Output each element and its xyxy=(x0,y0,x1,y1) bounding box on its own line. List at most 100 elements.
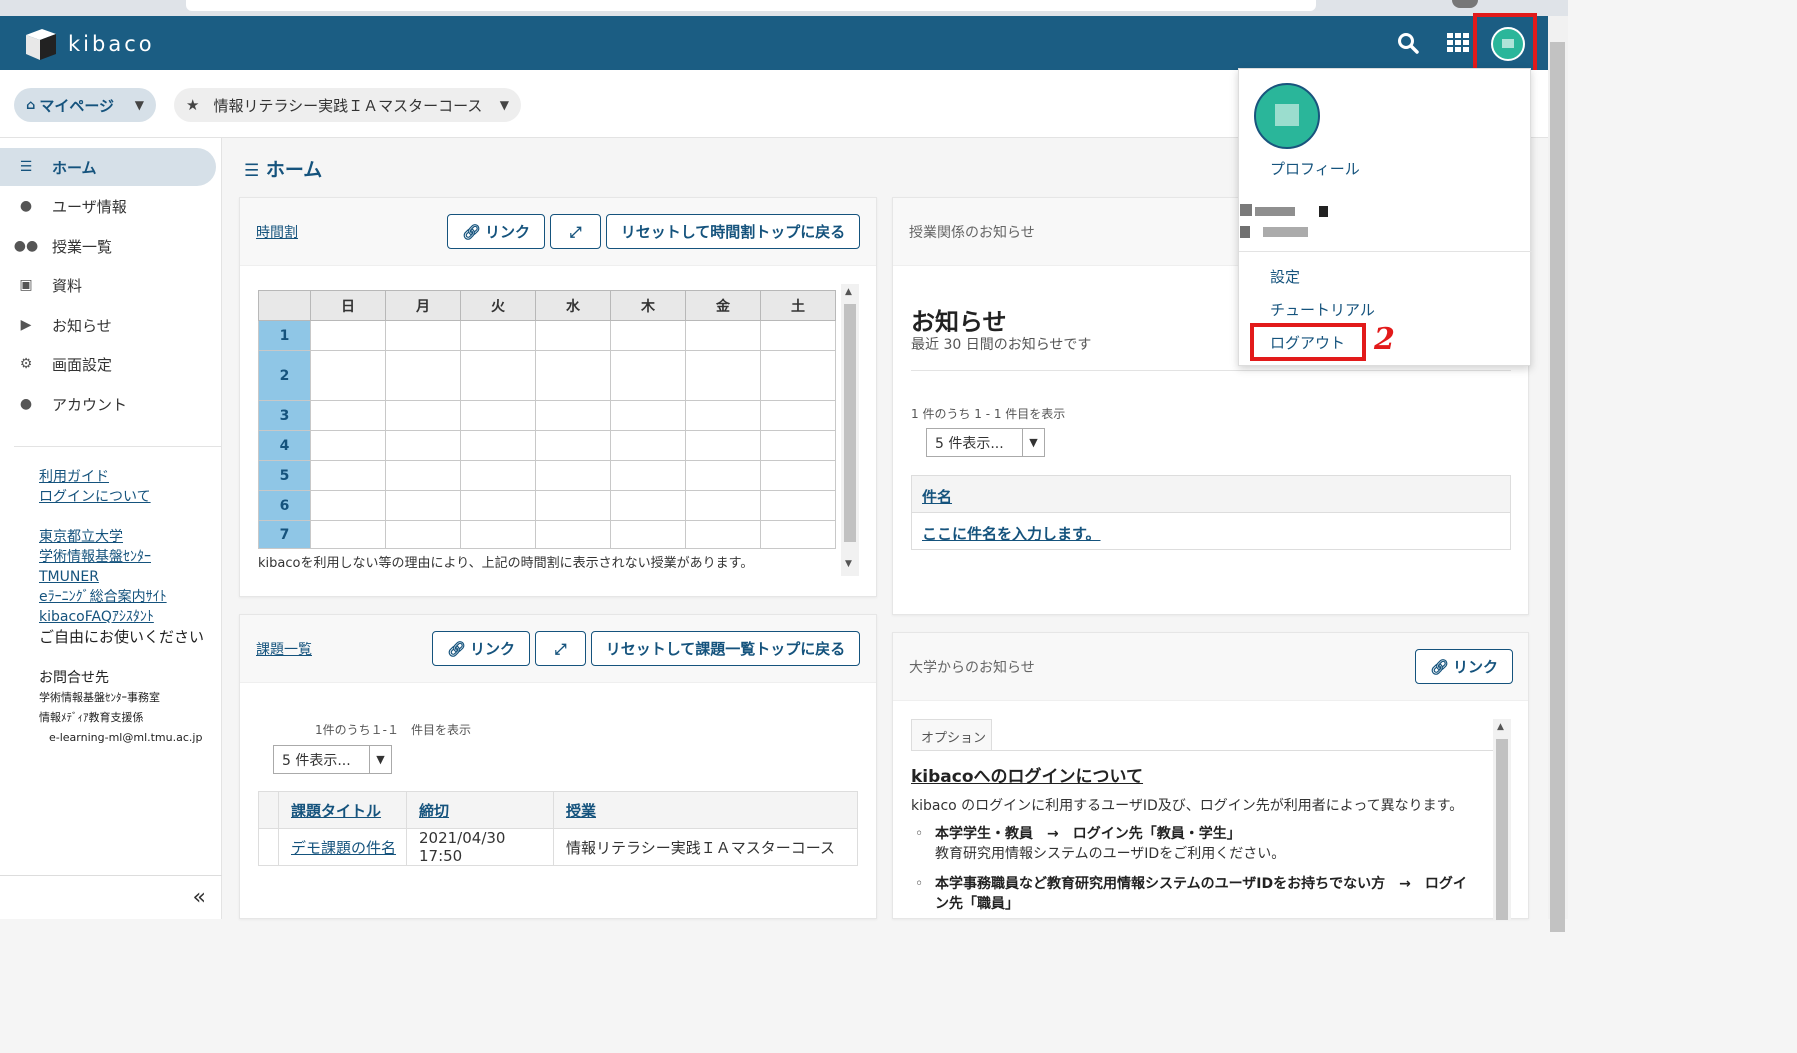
assignments-reset-button[interactable]: リセットして課題一覧トップに戻る xyxy=(591,631,860,666)
slot-cell[interactable] xyxy=(760,430,836,461)
faq-assistant-link[interactable]: kibacoFAQｱｼｽﾀﾝﾄ xyxy=(39,607,204,627)
slot-cell[interactable] xyxy=(760,400,836,431)
column-header-due[interactable]: 締切 xyxy=(406,791,554,829)
sidebar-item-courses[interactable]: ●● 授業一覧 xyxy=(0,227,216,265)
slot-cell[interactable] xyxy=(610,320,686,351)
slot-cell[interactable] xyxy=(685,400,761,431)
university-notices-scrollbar[interactable]: ▲ xyxy=(1493,719,1511,920)
sidebar-item-announcements[interactable]: ▶ お知らせ xyxy=(0,306,216,344)
notices-page-size-select[interactable]: 5 件表示... ▼ xyxy=(926,428,1045,457)
slot-cell[interactable] xyxy=(685,320,761,351)
slot-cell[interactable] xyxy=(685,350,761,401)
slot-cell[interactable] xyxy=(610,520,686,549)
slot-cell[interactable] xyxy=(385,400,461,431)
slot-cell[interactable] xyxy=(610,490,686,521)
university-notice-heading[interactable]: kibacoへのログインについて xyxy=(911,762,1143,787)
slot-cell[interactable] xyxy=(760,520,836,549)
slot-cell[interactable] xyxy=(460,460,536,491)
assignments-link-button[interactable]: 🔗︎ リンク xyxy=(432,631,530,666)
address-bar[interactable] xyxy=(186,0,1316,11)
slot-cell[interactable] xyxy=(385,520,461,549)
university-notices-scrollbar-thumb[interactable] xyxy=(1496,739,1508,920)
options-tab[interactable]: オプション xyxy=(911,719,992,751)
slot-cell[interactable] xyxy=(310,400,386,431)
notice-row-link[interactable]: ここに件名を入力します。 xyxy=(912,513,1510,554)
slot-cell[interactable] xyxy=(460,520,536,549)
login-info-link[interactable]: ログインについて xyxy=(39,487,151,507)
slot-cell[interactable] xyxy=(460,400,536,431)
assignments-title-link[interactable]: 課題一覧 xyxy=(256,639,312,659)
sidebar-item-display-settings[interactable]: ⚙ 画面設定 xyxy=(0,345,216,383)
slot-cell[interactable] xyxy=(610,350,686,401)
settings-link[interactable]: 設定 xyxy=(1270,266,1300,287)
slot-cell[interactable] xyxy=(385,460,461,491)
slot-cell[interactable] xyxy=(760,490,836,521)
timetable-scrollbar[interactable]: ▲ ▼ xyxy=(841,284,859,576)
page-scrollbar-thumb[interactable] xyxy=(1550,42,1565,932)
slot-cell[interactable] xyxy=(760,460,836,491)
column-header-subject[interactable]: 件名 xyxy=(912,476,1510,513)
slot-cell[interactable] xyxy=(460,490,536,521)
tmuner-link[interactable]: TMUNER xyxy=(39,567,204,587)
slot-cell[interactable] xyxy=(310,350,386,401)
tmu-link[interactable]: 東京都立大学 xyxy=(39,527,204,547)
slot-cell[interactable] xyxy=(685,490,761,521)
course-dropdown[interactable]: ★ 情報リテラシー実践ＩＡマスターコース ▼ xyxy=(174,88,521,122)
slot-cell[interactable] xyxy=(610,430,686,461)
university-link-button[interactable]: 🔗︎ リンク xyxy=(1415,649,1513,684)
assignments-page-size-select[interactable]: 5 件表示... ▼ xyxy=(273,745,392,774)
slot-cell[interactable] xyxy=(610,400,686,431)
slot-cell[interactable] xyxy=(460,320,536,351)
slot-cell[interactable] xyxy=(385,350,461,401)
slot-cell[interactable] xyxy=(460,430,536,461)
slot-cell[interactable] xyxy=(310,320,386,351)
timetable-link-button[interactable]: 🔗︎ リンク xyxy=(447,214,545,249)
slot-cell[interactable] xyxy=(385,430,461,461)
scroll-up-icon[interactable]: ▲ xyxy=(1497,722,1504,732)
slot-cell[interactable] xyxy=(535,430,611,461)
slot-cell[interactable] xyxy=(535,460,611,491)
assignment-title-link[interactable]: デモ課題の件名 xyxy=(291,839,396,857)
assignments-expand-button[interactable]: ⤢ xyxy=(535,631,586,666)
sidebar-collapse-button[interactable]: « xyxy=(0,875,222,919)
slot-cell[interactable] xyxy=(310,430,386,461)
sidebar-item-home[interactable]: ☰ ホーム xyxy=(0,148,216,186)
slot-cell[interactable] xyxy=(385,320,461,351)
slot-cell[interactable] xyxy=(460,350,536,401)
page-scrollbar[interactable] xyxy=(1548,16,1568,932)
column-header-title[interactable]: 課題タイトル xyxy=(278,791,407,829)
profile-link[interactable]: プロフィール xyxy=(1270,158,1360,179)
sidebar-item-account[interactable]: ● アカウント xyxy=(0,385,216,423)
slot-cell[interactable] xyxy=(535,350,611,401)
search-icon[interactable] xyxy=(1397,32,1419,54)
slot-cell[interactable] xyxy=(385,490,461,521)
slot-cell[interactable] xyxy=(535,520,611,549)
timetable-reset-button[interactable]: リセットして時間割トップに戻る xyxy=(606,214,860,249)
apps-grid-icon[interactable] xyxy=(1447,33,1469,53)
timetable-title-link[interactable]: 時間割 xyxy=(256,222,298,242)
tutorial-link[interactable]: チュートリアル xyxy=(1270,299,1375,320)
mypage-dropdown[interactable]: ⌂ マイページ ▼ xyxy=(14,88,156,122)
info-center-link[interactable]: 学術情報基盤ｾﾝﾀｰ xyxy=(39,547,204,567)
scroll-up-icon[interactable]: ▲ xyxy=(845,287,852,297)
timetable-expand-button[interactable]: ⤢ xyxy=(550,214,601,249)
slot-cell[interactable] xyxy=(610,460,686,491)
timetable-scrollbar-thumb[interactable] xyxy=(844,304,856,542)
slot-cell[interactable] xyxy=(685,520,761,549)
slot-cell[interactable] xyxy=(760,320,836,351)
scroll-down-icon[interactable]: ▼ xyxy=(845,559,852,569)
slot-cell[interactable] xyxy=(535,320,611,351)
slot-cell[interactable] xyxy=(310,490,386,521)
usage-guide-link[interactable]: 利用ガイド xyxy=(39,467,151,487)
slot-cell[interactable] xyxy=(535,490,611,521)
slot-cell[interactable] xyxy=(685,460,761,491)
slot-cell[interactable] xyxy=(310,460,386,491)
sidebar-item-user-info[interactable]: ● ユーザ情報 xyxy=(0,187,216,225)
elearning-site-link[interactable]: eﾗｰﾆﾝｸﾞ総合案内ｻｲﾄ xyxy=(39,587,204,607)
browser-profile-icon[interactable] xyxy=(1452,0,1478,8)
slot-cell[interactable] xyxy=(760,350,836,401)
sidebar-item-resources[interactable]: ▣ 資料 xyxy=(0,266,216,304)
column-header-course[interactable]: 授業 xyxy=(553,791,858,829)
slot-cell[interactable] xyxy=(310,520,386,549)
slot-cell[interactable] xyxy=(685,430,761,461)
